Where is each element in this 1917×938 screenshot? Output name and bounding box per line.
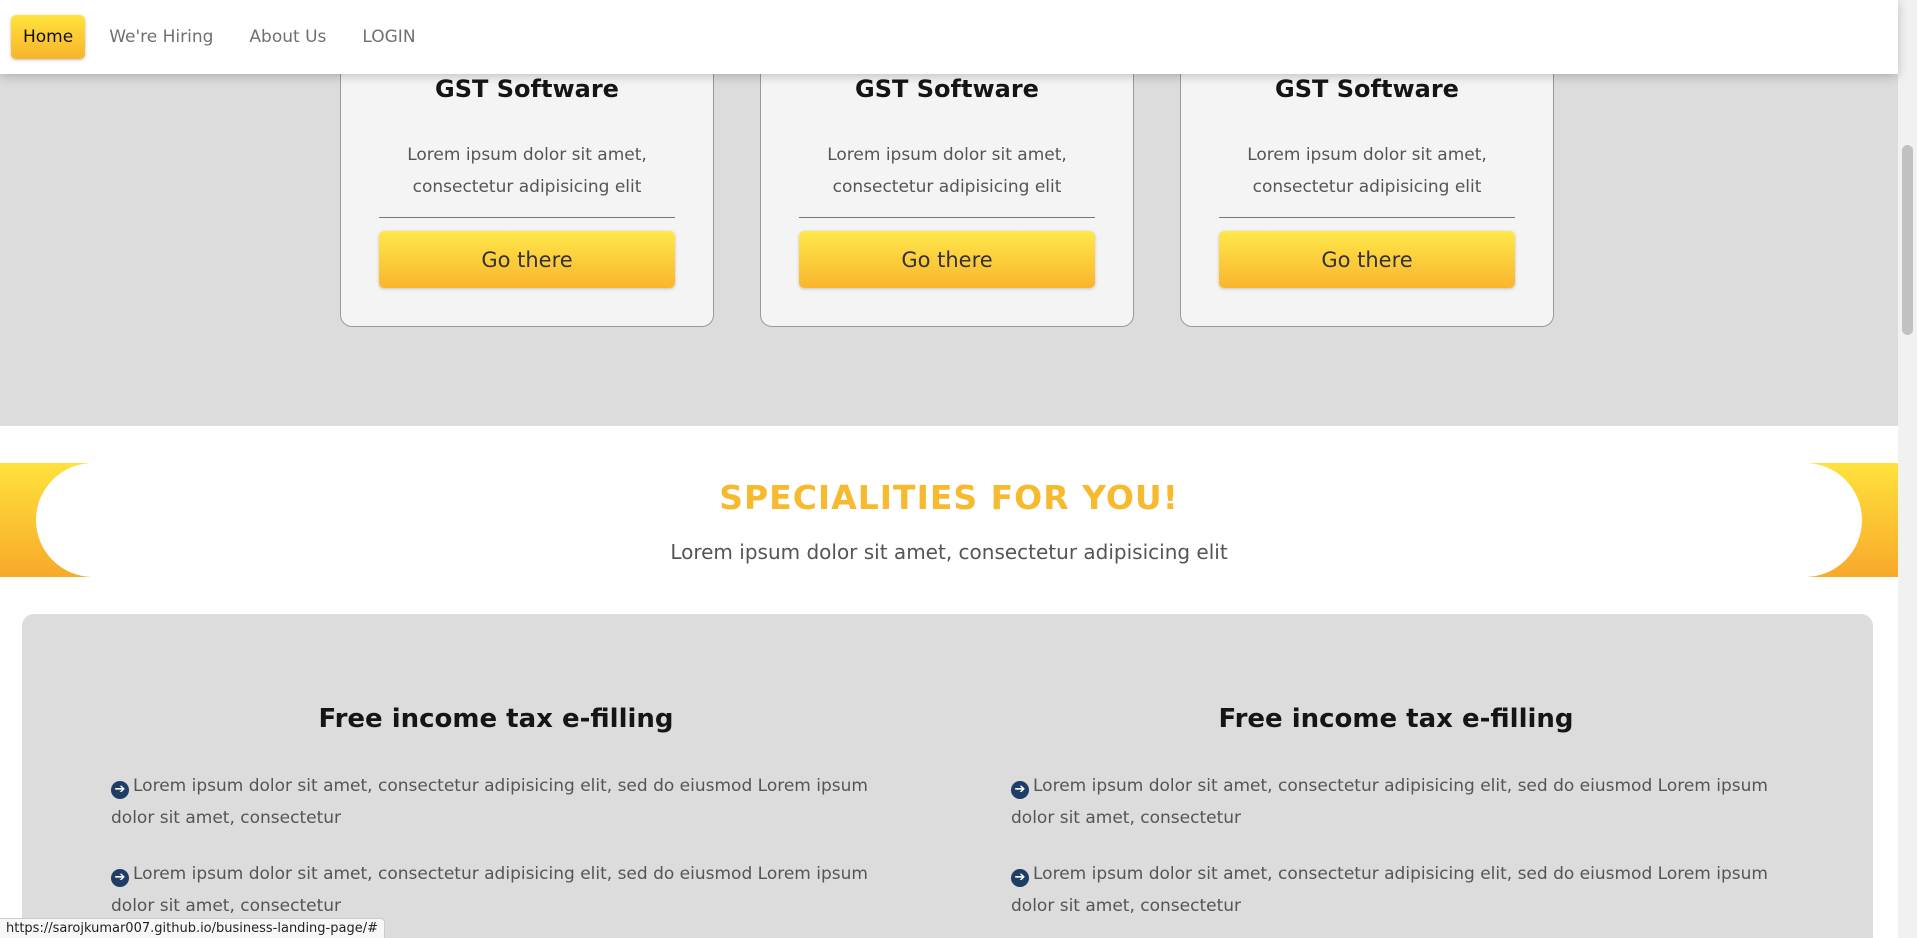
card-description: Lorem ipsum dolor sit amet, consectetur … (1247, 145, 1487, 197)
card-title: GST Software (435, 75, 619, 103)
feature-item-text: Lorem ipsum dolor sit amet, consectetur … (111, 864, 868, 916)
feature-item-text: Lorem ipsum dolor sit amet, consectetur … (1011, 864, 1768, 916)
feature-column: Free income tax e-filling ➔ Lorem ipsum d… (111, 704, 881, 938)
nav-about-us[interactable]: About Us (237, 15, 338, 59)
card-title: GST Software (1275, 75, 1459, 103)
service-card: GST Software Lorem ipsum dolor sit amet,… (1180, 50, 1554, 327)
card-divider (799, 217, 1095, 218)
nav-login[interactable]: LOGIN (350, 15, 427, 59)
feature-item: ➔ Lorem ipsum dolor sit amet, consectetur… (111, 858, 881, 922)
features-panel: Free income tax e-filling ➔ Lorem ipsum d… (22, 614, 1873, 938)
feature-item-text: Lorem ipsum dolor sit amet, consectetur … (1011, 776, 1768, 828)
arrow-circle-right-icon: ➔ (111, 781, 129, 799)
service-card: GST Software Lorem ipsum dolor sit amet,… (760, 50, 1134, 327)
card-description: Lorem ipsum dolor sit amet, consectetur … (827, 145, 1067, 197)
go-there-button[interactable]: Go there (1219, 231, 1515, 288)
feature-item: ➔ Lorem ipsum dolor sit amet, consectetur… (1011, 858, 1781, 922)
arrow-circle-right-icon: ➔ (1011, 781, 1029, 799)
feature-item-text: Lorem ipsum dolor sit amet, consectetur … (111, 776, 868, 828)
scrollbar-track[interactable] (1898, 0, 1917, 938)
feature-heading: Free income tax e-filling (318, 704, 674, 734)
card-divider (1219, 217, 1515, 218)
arrow-circle-right-icon: ➔ (111, 869, 129, 887)
link-status-bar: https://sarojkumar007.github.io/business… (0, 918, 385, 938)
feature-item: ➔ Lorem ipsum dolor sit amet, consectetur… (1011, 770, 1781, 834)
top-navbar: Home We're Hiring About Us LOGIN (0, 0, 1898, 74)
go-there-button[interactable]: Go there (799, 231, 1095, 288)
card-divider (379, 217, 675, 218)
feature-column: Free income tax e-filling ➔ Lorem ipsum d… (1011, 704, 1781, 938)
nav-hiring[interactable]: We're Hiring (97, 15, 225, 59)
card-title: GST Software (855, 75, 1039, 103)
go-there-button[interactable]: Go there (379, 231, 675, 288)
feature-heading: Free income tax e-filling (1218, 704, 1574, 734)
scrollbar-thumb[interactable] (1902, 145, 1913, 335)
card-description: Lorem ipsum dolor sit amet, consectetur … (407, 145, 647, 197)
feature-item: ➔ Lorem ipsum dolor sit amet, consectetur… (111, 770, 881, 834)
service-card: GST Software Lorem ipsum dolor sit amet,… (340, 50, 714, 327)
arrow-circle-right-icon: ➔ (1011, 869, 1029, 887)
specialities-subtitle: Lorem ipsum dolor sit amet, consectetur … (670, 540, 1228, 564)
specialities-title: SPECIALITIES FOR YOU! (719, 478, 1179, 517)
nav-home[interactable]: Home (11, 15, 86, 59)
